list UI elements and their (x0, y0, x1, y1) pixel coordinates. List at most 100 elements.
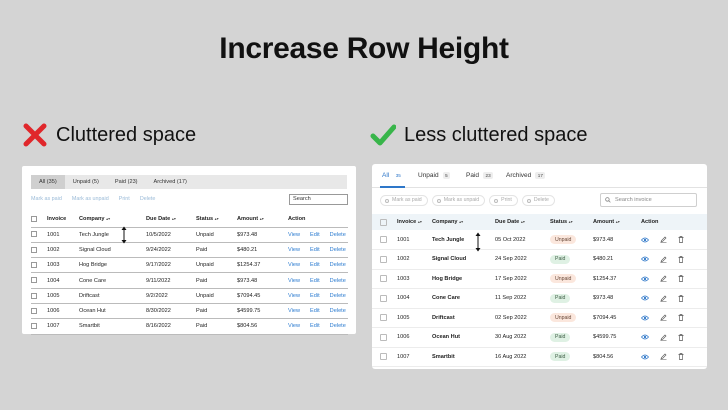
edit-link[interactable]: Edit (310, 278, 320, 284)
col-amount[interactable]: Amount ▴▾ (237, 212, 288, 228)
view-link[interactable]: View (288, 232, 300, 238)
table-row[interactable]: 1007 Smartbit 8/16/2022 Paid $804.56 View Edit… (31, 318, 348, 335)
pencil-icon[interactable] (660, 275, 667, 282)
delete-link[interactable]: Delete (330, 262, 346, 268)
table-row[interactable]: 1003 Hog Bridge 17 Sep 2022 Unpaid $1254.37 (372, 269, 707, 289)
view-link[interactable]: View (288, 278, 300, 284)
search-input[interactable]: Search invoice (600, 193, 697, 207)
col-due-date[interactable]: Due Date ▴▾ (146, 212, 196, 228)
view-link[interactable]: View (288, 308, 300, 314)
tab-paid[interactable]: Paid 23 (466, 172, 494, 179)
col-status[interactable]: Status ▴▾ (196, 212, 237, 228)
tab-all[interactable]: All (35) (31, 175, 65, 189)
table-row[interactable]: 1006 Ocean Hut 8/30/2022 Paid $4599.75 View Ed… (31, 303, 348, 320)
print-button[interactable]: Print (489, 195, 518, 206)
search-input[interactable]: Search (289, 194, 348, 205)
trash-icon[interactable] (678, 255, 684, 263)
trash-icon[interactable] (678, 236, 684, 243)
table-row[interactable]: 1007 Smartbit 16 Aug 2022 Paid $804.56 (372, 347, 707, 367)
tab-unpaid[interactable]: Unpaid (5) (65, 175, 107, 189)
eye-icon[interactable] (641, 354, 649, 360)
delete-link[interactable]: Delete (330, 232, 346, 238)
delete-link[interactable]: Delete (330, 247, 346, 253)
view-link[interactable]: View (288, 247, 300, 253)
pencil-icon[interactable] (660, 334, 667, 341)
row-checkbox[interactable] (31, 323, 37, 330)
pencil-icon[interactable] (660, 295, 667, 302)
mark-unpaid-button[interactable]: Mark as unpaid (72, 196, 109, 202)
select-all-checkbox[interactable] (380, 218, 387, 226)
delete-link[interactable]: Delete (330, 308, 346, 314)
col-due-date[interactable]: Due Date ▴▾ (495, 214, 550, 230)
table-row[interactable]: 1005 Driftcast 9/2/2022 Unpaid $7094.45 View E… (31, 288, 348, 304)
delete-button[interactable]: Delete (140, 196, 156, 202)
pencil-icon[interactable] (660, 236, 667, 243)
tab-archived[interactable]: Archived (17) (146, 175, 195, 189)
row-checkbox[interactable] (380, 255, 387, 263)
mark-unpaid-button[interactable]: Mark as unpaid (431, 195, 486, 206)
row-checkbox[interactable] (31, 307, 37, 314)
row-checkbox[interactable] (380, 333, 387, 341)
edit-link[interactable]: Edit (310, 232, 320, 238)
row-checkbox[interactable] (31, 277, 37, 284)
edit-link[interactable]: Edit (310, 262, 320, 268)
tab-archived[interactable]: Archived 17 (506, 172, 546, 179)
table-row[interactable]: 1002 Signal Cloud 24 Sep 2022 Paid $480.21 (372, 249, 707, 270)
col-invoice[interactable]: Invoice (47, 212, 79, 228)
row-checkbox[interactable] (380, 275, 387, 283)
tab-unpaid[interactable]: Unpaid 5 (418, 172, 451, 179)
trash-icon[interactable] (678, 314, 684, 322)
table-row[interactable]: 1002 Signal Cloud 9/24/2022 Paid $480.21 View… (31, 242, 348, 259)
edit-link[interactable]: Edit (310, 293, 320, 299)
col-company[interactable]: Company ▴▾ (79, 212, 146, 228)
tab-paid[interactable]: Paid (23) (107, 175, 146, 189)
row-checkbox[interactable] (380, 353, 387, 361)
edit-link[interactable]: Edit (310, 323, 320, 329)
pencil-icon[interactable] (660, 353, 667, 360)
table-row[interactable]: 1001 Tech Jungle 10/5/2022 Unpaid $973.48 Vie… (31, 227, 348, 243)
edit-link[interactable]: Edit (310, 247, 320, 253)
table-row[interactable]: 1001 Tech Jungle 05 Oct 2022 Unpaid $973.48 (372, 230, 707, 250)
view-link[interactable]: View (288, 323, 300, 329)
view-link[interactable]: View (288, 293, 300, 299)
col-invoice[interactable]: Invoice ▴▾ (397, 214, 432, 230)
trash-icon[interactable] (678, 353, 684, 361)
col-amount[interactable]: Amount ▴▾ (593, 214, 641, 230)
table-row[interactable]: 1005 Driftcast 02 Sep 2022 Unpaid $7094.45 (372, 308, 707, 328)
row-checkbox[interactable] (31, 246, 37, 253)
row-checkbox[interactable] (31, 292, 37, 299)
col-status[interactable]: Status ▴▾ (550, 214, 593, 230)
mark-paid-button[interactable]: Mark as paid (380, 195, 428, 206)
row-checkbox[interactable] (31, 231, 37, 238)
mark-paid-button[interactable]: Mark as paid (31, 196, 62, 202)
delete-button[interactable]: Delete (521, 195, 555, 206)
eye-icon[interactable] (641, 276, 649, 282)
edit-link[interactable]: Edit (310, 308, 320, 314)
table-row[interactable]: 1004 Cone Care 11 Sep 2022 Paid $973.48 (372, 288, 707, 309)
delete-link[interactable]: Delete (330, 323, 346, 329)
tab-all[interactable]: All 35 (382, 172, 403, 179)
table-row[interactable]: 1004 Cone Care 9/11/2022 Paid $973.48 View Edi… (31, 272, 348, 289)
view-link[interactable]: View (288, 262, 300, 268)
row-checkbox[interactable] (31, 262, 37, 268)
row-checkbox[interactable] (380, 294, 387, 302)
eye-icon[interactable] (641, 315, 649, 321)
trash-icon[interactable] (678, 333, 684, 341)
eye-icon[interactable] (641, 295, 649, 301)
delete-link[interactable]: Delete (330, 293, 346, 299)
trash-icon[interactable] (678, 275, 684, 283)
row-checkbox[interactable] (380, 236, 387, 243)
row-checkbox[interactable] (380, 314, 387, 322)
delete-link[interactable]: Delete (330, 278, 346, 284)
pencil-icon[interactable] (660, 314, 667, 321)
pencil-icon[interactable] (660, 256, 667, 263)
eye-icon[interactable] (641, 237, 649, 243)
eye-icon[interactable] (641, 256, 649, 262)
eye-icon[interactable] (641, 334, 649, 340)
table-row[interactable]: 1003 Hog Bridge 9/17/2022 Unpaid $1254.37 Vie… (31, 257, 348, 274)
trash-icon[interactable] (678, 294, 684, 302)
table-row[interactable]: 1006 Ocean Hut 30 Aug 2022 Paid $4599.75 (372, 327, 707, 348)
select-all-checkbox[interactable] (31, 216, 37, 222)
print-button[interactable]: Print (119, 196, 130, 202)
col-company[interactable]: Company ▴▾ (432, 214, 495, 230)
